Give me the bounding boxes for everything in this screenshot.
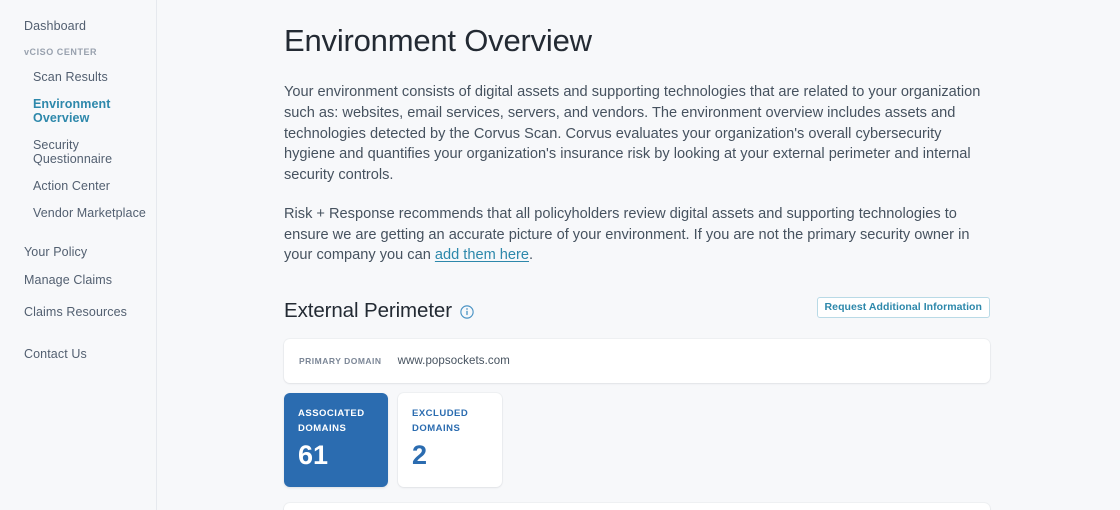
associated-domains-label: ASSOCIATED DOMAINS: [298, 407, 388, 436]
primary-domain-value: www.popsockets.com: [397, 354, 510, 367]
app-root: Dashboard vCISO CENTER Scan Results Envi…: [0, 0, 1120, 510]
sidebar-item-label: Vendor Marketplace: [33, 205, 146, 220]
sidebar-item-your-policy[interactable]: Your Policy: [0, 240, 156, 264]
page-title: Environment Overview: [284, 23, 592, 58]
sidebar-item-scan-results[interactable]: Scan Results: [0, 63, 156, 90]
sidebar-item-contact-us[interactable]: Contact Us: [0, 342, 156, 366]
sidebar-item-label: Action Center: [33, 178, 111, 193]
sidebar-item-label: Scan Results: [33, 69, 108, 84]
external-perimeter-header: External Perimeter Request Additional In…: [284, 296, 990, 326]
sidebar-item-label: Manage Claims: [24, 273, 113, 287]
excluded-domains-card[interactable]: EXCLUDED DOMAINS 2: [398, 392, 502, 487]
sidebar-item-label: Claims Resources: [24, 305, 128, 319]
sidebar-item-claims-resources[interactable]: Claims Resources: [0, 296, 156, 328]
associated-domains-label-line-1: ASSOCIATED: [298, 407, 365, 419]
external-perimeter-title: External Perimeter: [284, 298, 452, 322]
content-column: Environment Overview Your environment co…: [157, 0, 1120, 510]
sidebar-item-dashboard[interactable]: Dashboard: [0, 14, 156, 38]
excluded-domains-label: EXCLUDED DOMAINS: [412, 407, 502, 436]
sidebar-section-vciso-center: vCISO CENTER: [0, 38, 156, 63]
associated-domains-label-line-2: DOMAINS: [298, 422, 347, 434]
excluded-domains-value: 2: [412, 440, 428, 471]
sidebar-item-label: Security Questionnaire: [33, 137, 113, 166]
excluded-domains-label-line-1: EXCLUDED: [412, 407, 469, 419]
sidebar-section-label: vCISO CENTER: [24, 47, 98, 57]
excluded-domains-label-line-2: DOMAINS: [412, 422, 461, 434]
sidebar-item-label: Environment Overview: [33, 96, 111, 125]
domain-stats-row: ASSOCIATED DOMAINS 61 EXCLUDED DOMAINS 2: [284, 392, 990, 487]
sidebar-item-vendor-marketplace[interactable]: Vendor Marketplace: [0, 199, 156, 226]
primary-domain-label: PRIMARY DOMAIN: [299, 355, 382, 366]
sidebar-item-label: Contact Us: [24, 347, 87, 361]
paragraph-2-text-before-link: Risk + Response recommends that all poli…: [284, 205, 970, 264]
add-them-here-link[interactable]: add them here: [435, 247, 529, 263]
intro-paragraph-2: Risk + Response recommends that all poli…: [284, 204, 989, 266]
sidebar-item-environment-overview[interactable]: Environment Overview: [0, 90, 156, 131]
request-additional-information-button[interactable]: Request Additional Information: [816, 296, 990, 319]
sidebar-item-manage-claims[interactable]: Manage Claims: [0, 264, 156, 296]
primary-domain-card: PRIMARY DOMAIN www.popsockets.com: [284, 338, 990, 383]
associated-domains-value: 61: [298, 440, 329, 471]
sidebar-item-security-questionnaire[interactable]: Security Questionnaire: [0, 131, 156, 172]
intro-paragraph-1: Your environment consists of digital ass…: [284, 84, 981, 184]
sidebar-item-label: Dashboard: [24, 19, 87, 33]
paragraph-2-text-after-link: .: [529, 247, 534, 264]
main-content: Environment Overview Your environment co…: [157, 0, 1120, 510]
sidebar-item-action-center[interactable]: Action Center: [0, 172, 156, 199]
domains-table-card: ▲ ▼ DOMAIN ▲ ▼ 1: [284, 502, 990, 510]
info-circle-icon[interactable]: [460, 305, 474, 319]
sidebar-item-label: Your Policy: [24, 245, 88, 259]
sidebar: Dashboard vCISO CENTER Scan Results Envi…: [0, 0, 157, 510]
associated-domains-card[interactable]: ASSOCIATED DOMAINS 61: [284, 392, 388, 487]
